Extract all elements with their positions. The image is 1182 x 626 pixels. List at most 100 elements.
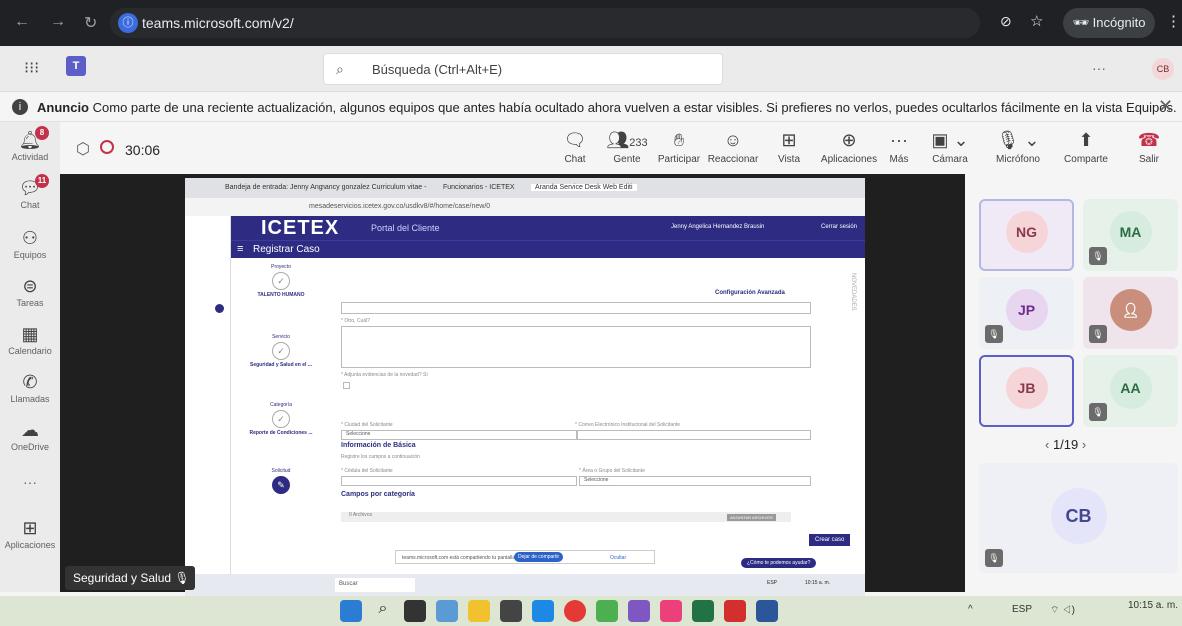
participant-tile[interactable]: JB bbox=[979, 355, 1074, 427]
page-title-bar: ≡ Registrar Caso bbox=[231, 240, 865, 258]
files-row: 0 Archivos bbox=[341, 512, 791, 522]
textarea-top bbox=[341, 302, 811, 314]
excel-icon[interactable] bbox=[692, 600, 714, 622]
rail-item-more[interactable]: ··· bbox=[0, 474, 60, 490]
arrow-left-icon[interactable]: ← bbox=[14, 13, 30, 31]
more-icon[interactable]: ··· bbox=[1092, 60, 1106, 76]
participant-tile[interactable]: JP 🎙︎ bbox=[979, 277, 1074, 349]
step-proyecto: Proyecto ✓ TALENTO HUMANO bbox=[231, 264, 331, 298]
wifi-icon[interactable]: ⌔ ◁) bbox=[1050, 604, 1075, 617]
other-textarea bbox=[341, 326, 811, 368]
mic-off-icon: 🎙︎ ⌄ bbox=[996, 130, 1040, 150]
app-pink-icon[interactable] bbox=[660, 600, 682, 622]
edge-icon[interactable] bbox=[532, 600, 554, 622]
word-icon[interactable] bbox=[756, 600, 778, 622]
site-info-icon[interactable]: ⓘ bbox=[118, 13, 138, 33]
shared-screen: Bandeja de entrada: Jenny Ang nancy gonz… bbox=[185, 178, 865, 596]
chat-button[interactable]: 🗨︎ Chat bbox=[548, 130, 602, 165]
participant-tile[interactable]: MA 🎙︎ bbox=[1083, 199, 1178, 271]
button-label: Salir bbox=[1138, 154, 1159, 165]
button-label: Aplicaciones bbox=[820, 154, 878, 165]
rail-item-calendario[interactable]: ▦ Calendario bbox=[0, 324, 60, 356]
participant-avatar: MA bbox=[1109, 211, 1152, 253]
rail-item-llamadas[interactable]: ✆ Llamadas bbox=[0, 372, 60, 404]
rail-item-aplicaciones[interactable]: ⊞ Aplicaciones bbox=[0, 518, 60, 550]
mic-off-icon: 🎙︎ bbox=[174, 571, 190, 585]
app-launcher-icon[interactable]: ⁝⁝⁝ bbox=[24, 58, 39, 78]
file-explorer-icon[interactable] bbox=[468, 600, 490, 622]
help-chip: ¿Cómo te podemos ayudar? bbox=[741, 558, 817, 568]
rail-label: Calendario bbox=[8, 346, 52, 356]
rail-item-tareas[interactable]: ⊜ Tareas bbox=[0, 276, 60, 308]
windows-taskbar: ⌕ ^ ESP ⌔ ◁) 10:15 a. m. bbox=[0, 596, 1182, 626]
participant-photo: 👤︎ bbox=[1109, 289, 1152, 331]
pen-icon: ✎ bbox=[272, 476, 290, 494]
button-label: Cámara bbox=[932, 154, 968, 165]
reload-icon[interactable]: ↻ bbox=[84, 13, 97, 33]
rail-item-chat[interactable]: 💬︎ 11 Chat bbox=[0, 174, 60, 210]
windows-start-icon[interactable] bbox=[340, 600, 362, 622]
acrobat-icon[interactable] bbox=[724, 600, 746, 622]
task-view-icon[interactable] bbox=[404, 600, 426, 622]
banner-title: Anuncio bbox=[37, 100, 89, 115]
widgets-icon[interactable] bbox=[436, 600, 458, 622]
rail-item-equipos[interactable]: ⚇ Equipos bbox=[0, 228, 60, 260]
shared-search: Buscar bbox=[335, 578, 415, 592]
banner-message: Como parte de una reciente actualización… bbox=[92, 100, 1177, 115]
participant-tile[interactable]: NG bbox=[979, 199, 1074, 271]
raise-hand-button[interactable]: ✋︎ Participar bbox=[652, 130, 706, 165]
people-button[interactable]: 👥︎233 Gente bbox=[600, 130, 654, 165]
step-categoria: Categoría ✓ Reporte de Condiciones ... bbox=[231, 402, 331, 436]
eye-off-icon[interactable]: ⊘ bbox=[1000, 13, 1012, 30]
participant-tile[interactable]: 👤︎ 🎙︎ bbox=[1083, 277, 1178, 349]
step-category: Categoría bbox=[270, 402, 292, 408]
participant-tile[interactable]: AA 🎙︎ bbox=[1083, 355, 1178, 427]
chevron-right-icon[interactable]: › bbox=[1078, 437, 1086, 452]
self-avatar: CB bbox=[1050, 488, 1107, 544]
rail-item-onedrive[interactable]: ☁ OneDrive bbox=[0, 420, 60, 452]
chevron-left-icon[interactable]: ‹ bbox=[1045, 437, 1053, 452]
more-button[interactable]: ··· Más bbox=[872, 130, 926, 165]
snip-icon[interactable] bbox=[628, 600, 650, 622]
attach-button: ADJUNTAR ARCHIVOS bbox=[727, 514, 776, 521]
incognito-label: Incógnito bbox=[1092, 15, 1146, 30]
share-icon: ⬆ bbox=[1078, 130, 1094, 150]
tray-time[interactable]: 10:15 a. m. bbox=[1128, 600, 1178, 611]
share-button[interactable]: ⬆ Comparte bbox=[1056, 130, 1116, 165]
search-box[interactable]: ⌕ Búsqueda (Ctrl+Alt+E) bbox=[323, 53, 723, 85]
field-label: * Adjunta evidencias de la novedad? Sí bbox=[341, 372, 428, 378]
url-text[interactable]: teams.microsoft.com/v2/ bbox=[142, 15, 294, 31]
tray-lang[interactable]: ESP bbox=[1012, 604, 1032, 615]
sharing-notice: teams.microsoft.com está compartiendo tu… bbox=[395, 550, 655, 564]
rail-label: Tareas bbox=[16, 298, 44, 308]
react-button[interactable]: ☺ Reaccionar bbox=[706, 130, 760, 165]
tray-chevron-icon[interactable]: ^ bbox=[968, 604, 973, 615]
chrome-icon[interactable] bbox=[596, 600, 618, 622]
close-icon[interactable]: ✕ bbox=[1158, 96, 1173, 117]
search-icon[interactable]: ⌕ bbox=[372, 600, 394, 622]
mic-off-icon: 🎙︎ bbox=[985, 325, 1003, 343]
rail-item-actividad[interactable]: 🔔︎ 8 Actividad bbox=[0, 126, 60, 162]
call-control-bar: ⬡ 30:06 🗨︎ Chat 👥︎233 Gente ✋︎ Participar ☺… bbox=[60, 122, 1182, 174]
more-icon: ··· bbox=[890, 130, 908, 150]
user-avatar[interactable]: CB bbox=[1152, 58, 1174, 80]
leave-button[interactable]: ☎ Salir bbox=[1122, 130, 1176, 165]
teams-logo-icon: T bbox=[66, 56, 86, 76]
browser-menu-icon[interactable]: ⋮ bbox=[1166, 12, 1181, 30]
dropbox-icon[interactable] bbox=[500, 600, 522, 622]
logout-link: Cerrar sesión bbox=[821, 224, 858, 230]
microphone-button[interactable]: 🎙︎ ⌄ Micrófono bbox=[988, 130, 1048, 165]
menu-icon: ≡ bbox=[237, 243, 244, 255]
search-input[interactable]: Búsqueda (Ctrl+Alt+E) bbox=[372, 62, 502, 77]
hide-link: Ocultar bbox=[610, 555, 627, 561]
star-icon[interactable]: ☆ bbox=[1030, 12, 1043, 30]
camera-button[interactable]: ▣ ⌄ Cámara bbox=[920, 130, 980, 165]
create-case-button: Crear caso bbox=[809, 534, 851, 546]
incognito-button[interactable]: 🕶 Incógnito bbox=[1063, 8, 1155, 38]
gallery-pager[interactable]: ‹ 1/19 › bbox=[1045, 437, 1086, 452]
view-button[interactable]: ⊞ Vista bbox=[762, 130, 816, 165]
self-tile[interactable]: CB 🎙︎ bbox=[979, 463, 1178, 573]
arrow-right-icon[interactable]: → bbox=[50, 13, 66, 31]
app-red-icon[interactable] bbox=[564, 600, 586, 622]
shared-browser-tabs: Bandeja de entrada: Jenny Ang nancy gonz… bbox=[185, 178, 865, 198]
